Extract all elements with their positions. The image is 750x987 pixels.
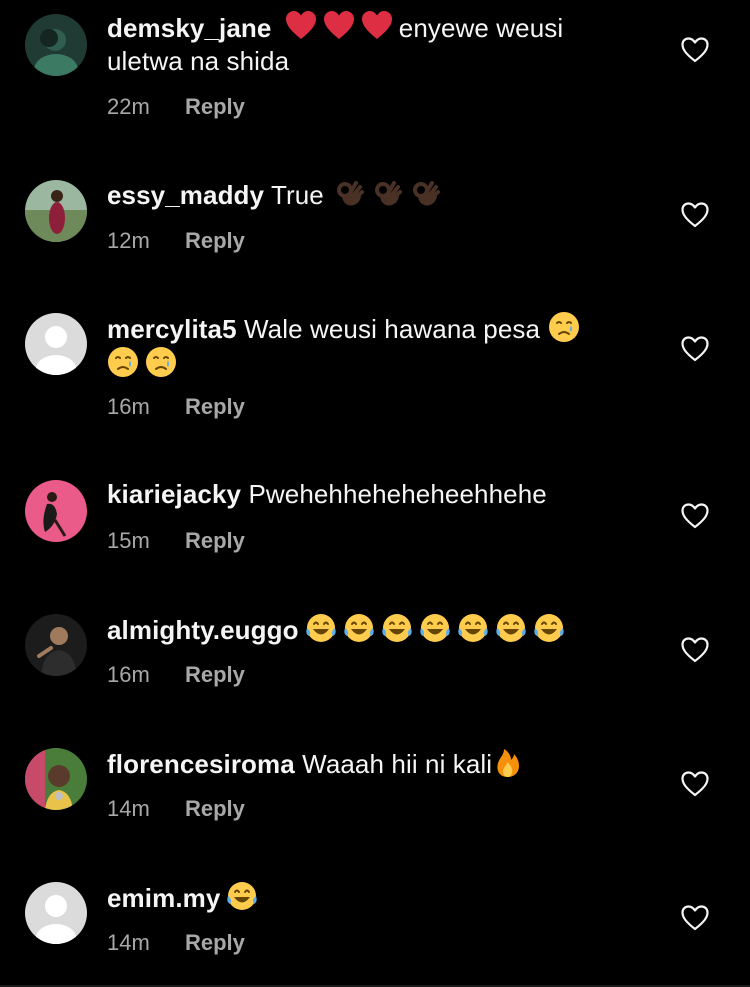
- avatar[interactable]: [25, 180, 87, 242]
- tears-of-joy-emoji: [343, 612, 375, 644]
- comment-timestamp: 16m: [107, 662, 150, 687]
- comment-timestamp: 14m: [107, 930, 150, 955]
- heart-outline-icon[interactable]: [681, 905, 709, 931]
- crying-face-emoji: [107, 346, 139, 378]
- comment-username[interactable]: essy_maddy: [107, 180, 264, 210]
- reply-button[interactable]: Reply: [185, 662, 245, 687]
- ok-hand-dark-emoji: [372, 177, 404, 209]
- comment-text: enyewe weusi: [398, 13, 564, 43]
- ok-hand-dark-emoji: [410, 177, 442, 209]
- comment-text: Pwehehheheheheehhehe: [248, 479, 547, 509]
- heart-outline-icon[interactable]: [681, 771, 709, 797]
- reply-button[interactable]: Reply: [185, 930, 245, 955]
- comment-username[interactable]: almighty.euggo: [107, 615, 299, 645]
- crying-face-emoji: [548, 311, 580, 343]
- avatar[interactable]: [25, 14, 87, 76]
- comment-text: Waaah hii ni kali: [302, 749, 493, 779]
- comment-username[interactable]: emim.my: [107, 883, 220, 913]
- reply-button[interactable]: Reply: [185, 94, 245, 119]
- heart-outline-icon[interactable]: [681, 503, 709, 529]
- heart-outline-icon[interactable]: [681, 336, 709, 362]
- red-heart-emoji: [285, 10, 317, 42]
- comment-timestamp: 15m: [107, 528, 150, 553]
- tears-of-joy-emoji: [495, 612, 527, 644]
- reply-button[interactable]: Reply: [185, 528, 245, 553]
- heart-outline-icon[interactable]: [681, 637, 709, 663]
- red-heart-emoji: [323, 10, 355, 42]
- comment-username[interactable]: florencesiroma: [107, 749, 295, 779]
- comment-text: True: [270, 180, 324, 210]
- avatar[interactable]: [25, 614, 87, 676]
- avatar[interactable]: [25, 882, 87, 944]
- fire-emoji: [492, 746, 524, 778]
- avatar[interactable]: [25, 313, 87, 375]
- avatar[interactable]: [25, 748, 87, 810]
- tears-of-joy-emoji: [533, 612, 565, 644]
- red-heart-emoji: [361, 10, 393, 42]
- comment-timestamp: 22m: [107, 94, 150, 119]
- comment-timestamp: 14m: [107, 796, 150, 821]
- avatar[interactable]: [25, 480, 87, 542]
- tears-of-joy-emoji: [305, 612, 337, 644]
- reply-button[interactable]: Reply: [185, 796, 245, 821]
- comment-timestamp: 12m: [107, 228, 150, 253]
- heart-outline-icon[interactable]: [681, 202, 709, 228]
- tears-of-joy-emoji: [457, 612, 489, 644]
- comment-text: Wale weusi hawana pesa: [243, 314, 541, 344]
- tears-of-joy-emoji: [226, 880, 258, 912]
- comment-username[interactable]: mercylita5: [107, 314, 237, 344]
- comment-text-line2: uletwa na shida: [107, 46, 290, 76]
- tears-of-joy-emoji: [381, 612, 413, 644]
- crying-face-emoji: [145, 346, 177, 378]
- comment-username[interactable]: demsky_jane: [107, 13, 271, 43]
- comment-timestamp: 16m: [107, 394, 150, 419]
- reply-button[interactable]: Reply: [185, 228, 245, 253]
- ok-hand-dark-emoji: [334, 177, 366, 209]
- heart-outline-icon[interactable]: [681, 37, 709, 63]
- tears-of-joy-emoji: [419, 612, 451, 644]
- comment-username[interactable]: kiariejacky: [107, 479, 241, 509]
- reply-button[interactable]: Reply: [185, 394, 245, 419]
